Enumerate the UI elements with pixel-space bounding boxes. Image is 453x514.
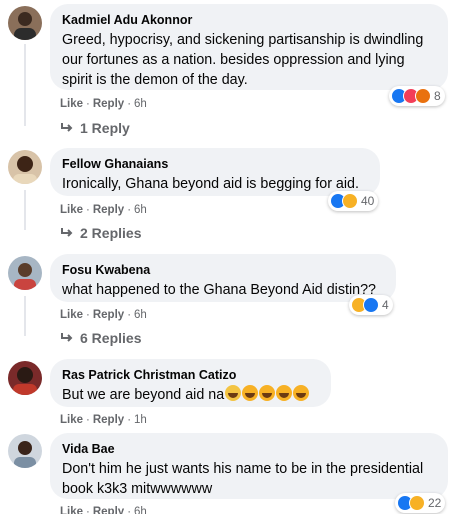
avatar[interactable]	[8, 434, 42, 468]
comment-author[interactable]: Fosu Kwabena	[62, 262, 384, 278]
replies-count: 6 Replies	[80, 330, 142, 346]
haha-icon	[342, 193, 358, 209]
separator: ·	[127, 414, 132, 426]
reaction-summary[interactable]: 4	[349, 295, 393, 315]
comment-time[interactable]: 6h	[134, 506, 147, 514]
reaction-summary[interactable]: 40	[328, 191, 379, 211]
reply-link[interactable]: Reply	[93, 98, 124, 110]
reaction-count: 4	[382, 298, 389, 312]
laughing-face-icon	[276, 385, 293, 401]
comment-actions: Like · Reply · 6h	[60, 308, 147, 322]
avatar[interactable]	[8, 256, 42, 290]
comment-author[interactable]: Ras Patrick Christman Catizo	[62, 367, 319, 383]
comment-author[interactable]: Vida Bae	[62, 441, 436, 457]
reaction-count: 8	[434, 89, 441, 103]
reply-link[interactable]: Reply	[93, 414, 124, 426]
laughing-face-icon	[293, 385, 310, 401]
separator: ·	[127, 98, 132, 110]
comment-author[interactable]: Fellow Ghanaians	[62, 156, 368, 172]
replies-count: 1 Reply	[80, 120, 130, 136]
reply-arrow-icon	[61, 333, 73, 342]
reaction-summary[interactable]: 22	[395, 493, 446, 513]
comment-time[interactable]: 6h	[134, 204, 147, 216]
reaction-count: 22	[428, 496, 442, 510]
avatar[interactable]	[8, 361, 42, 395]
angry-icon	[415, 88, 431, 104]
reply-arrow-icon	[61, 228, 73, 237]
comment-actions: Like · Reply · 6h	[60, 505, 147, 514]
comment-text: what happened to the Ghana Beyond Aid di…	[62, 282, 376, 298]
reaction-count: 40	[361, 194, 375, 208]
comment-bubble: Fellow Ghanaians Ironically, Ghana beyon…	[50, 148, 380, 196]
laughing-face-icon	[242, 385, 259, 401]
separator: ·	[86, 98, 90, 110]
like-link[interactable]: Like	[60, 204, 83, 216]
reply-arrow-icon	[61, 123, 73, 132]
view-replies-button[interactable]: 1 Reply	[60, 119, 130, 137]
thinking-face-icon	[225, 385, 242, 401]
reply-link[interactable]: Reply	[93, 204, 124, 216]
view-replies-button[interactable]: 6 Replies	[60, 329, 141, 347]
comment-text-body: But we are beyond aid na	[62, 387, 225, 403]
separator: ·	[127, 506, 132, 514]
like-link[interactable]: Like	[60, 309, 83, 321]
separator: ·	[86, 414, 90, 426]
comment-author[interactable]: Kadmiel Adu Akonnor	[62, 12, 436, 28]
separator: ·	[127, 309, 132, 321]
comment-bubble: Kadmiel Adu Akonnor Greed, hypocrisy, an…	[50, 4, 448, 90]
separator: ·	[86, 309, 90, 321]
thread-line	[24, 44, 26, 126]
avatar[interactable]	[8, 150, 42, 184]
comment-bubble: Fosu Kwabena what happened to the Ghana …	[50, 254, 396, 302]
comment-actions: Like · Reply · 6h	[60, 97, 147, 111]
laughing-face-icon	[259, 385, 276, 401]
comment-text: But we are beyond aid na	[62, 385, 319, 405]
like-icon	[363, 297, 379, 313]
separator: ·	[86, 204, 90, 216]
separator: ·	[127, 204, 132, 216]
reply-link[interactable]: Reply	[93, 309, 124, 321]
comment-bubble: Ras Patrick Christman Catizo But we are …	[50, 359, 331, 407]
comment-text: Greed, hypocrisy, and sickening partisan…	[62, 32, 424, 88]
like-link[interactable]: Like	[60, 506, 83, 514]
comment-text: Ironically, Ghana beyond aid is begging …	[62, 176, 359, 192]
comment-actions: Like · Reply · 6h	[60, 203, 147, 217]
thread-line	[24, 296, 26, 336]
replies-count: 2 Replies	[80, 225, 142, 241]
like-link[interactable]: Like	[60, 98, 83, 110]
like-link[interactable]: Like	[60, 414, 83, 426]
thread-line	[24, 190, 26, 230]
avatar[interactable]	[8, 6, 42, 40]
reaction-summary[interactable]: 8	[389, 86, 445, 106]
separator: ·	[86, 506, 90, 514]
view-replies-button[interactable]: 2 Replies	[60, 224, 141, 242]
comment-actions: Like · Reply · 1h	[60, 413, 147, 427]
comment-time[interactable]: 6h	[134, 309, 147, 321]
comment-time[interactable]: 6h	[134, 98, 147, 110]
haha-icon	[409, 495, 425, 511]
comment-text: Don't him he just wants his name to be i…	[62, 461, 424, 497]
comment-time[interactable]: 1h	[134, 414, 147, 426]
reply-link[interactable]: Reply	[93, 506, 124, 514]
comment-bubble: Vida Bae Don't him he just wants his nam…	[50, 433, 448, 499]
